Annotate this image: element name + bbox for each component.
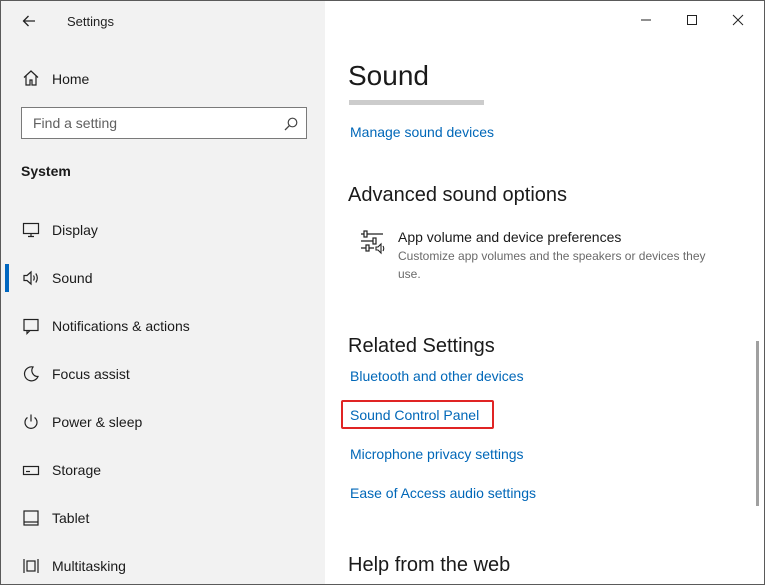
- search-icon: [284, 117, 298, 131]
- microphone-privacy-link[interactable]: Microphone privacy settings: [350, 446, 524, 462]
- sidebar-item-label: Power & sleep: [52, 414, 143, 430]
- sidebar-item-display[interactable]: Display: [1, 210, 325, 250]
- back-button[interactable]: [13, 7, 45, 35]
- page-title: Sound: [348, 60, 429, 91]
- settings-window: Settings Home System: [0, 0, 765, 585]
- storage-icon: [21, 460, 41, 480]
- sidebar-item-sound[interactable]: Sound: [1, 258, 325, 298]
- active-indicator: [5, 264, 9, 292]
- maximize-button[interactable]: [669, 1, 715, 39]
- moon-icon: [21, 364, 41, 384]
- minimize-icon: [641, 19, 651, 21]
- app-volume-description: Customize app volumes and the speakers o…: [398, 249, 706, 281]
- sidebar-item-label: Multitasking: [52, 558, 126, 574]
- multitasking-icon: [21, 556, 41, 576]
- close-button[interactable]: [715, 1, 761, 39]
- mixer-icon: [361, 230, 385, 255]
- maximize-icon: [687, 15, 697, 25]
- sidebar-item-label: Display: [52, 222, 98, 238]
- search-box[interactable]: [21, 107, 307, 139]
- minimize-button[interactable]: [623, 1, 669, 39]
- display-icon: [21, 220, 41, 240]
- speaker-icon: [21, 268, 41, 288]
- app-volume-preferences-item[interactable]: App volume and device preferences Custom…: [357, 225, 727, 283]
- help-from-web-heading: Help from the web: [348, 554, 511, 576]
- title-underline: [349, 100, 484, 105]
- sound-control-panel-link[interactable]: Sound Control Panel: [350, 407, 479, 423]
- close-icon: [732, 14, 744, 26]
- home-icon: [21, 68, 41, 88]
- tablet-icon: [21, 508, 41, 528]
- sidebar-item-label: Focus assist: [52, 366, 130, 382]
- bluetooth-devices-link[interactable]: Bluetooth and other devices: [350, 368, 524, 384]
- related-settings-heading: Related Settings: [348, 335, 495, 357]
- section-title: System: [21, 163, 71, 179]
- sidebar-item-focus-assist[interactable]: Focus assist: [1, 354, 325, 394]
- sidebar: Settings Home System: [1, 1, 325, 584]
- sidebar-item-storage[interactable]: Storage: [1, 450, 325, 490]
- sidebar-item-label: Sound: [52, 270, 93, 286]
- app-title: Settings: [67, 14, 114, 29]
- sidebar-item-label: Tablet: [52, 510, 90, 526]
- sidebar-item-multitasking[interactable]: Multitasking: [1, 546, 325, 584]
- sidebar-item-tablet[interactable]: Tablet: [1, 498, 325, 538]
- notifications-icon: [21, 316, 41, 336]
- ease-of-access-audio-link[interactable]: Ease of Access audio settings: [350, 485, 536, 501]
- sidebar-item-label: Storage: [52, 462, 102, 478]
- sidebar-item-power-sleep[interactable]: Power & sleep: [1, 402, 325, 442]
- power-icon: [21, 412, 41, 432]
- sidebar-item-label: Notifications & actions: [52, 318, 190, 334]
- search-input[interactable]: [22, 108, 272, 138]
- app-volume-title: App volume and device preferences: [398, 229, 622, 245]
- advanced-sound-heading: Advanced sound options: [348, 184, 568, 206]
- manage-sound-devices-link[interactable]: Manage sound devices: [350, 124, 494, 140]
- back-arrow-icon: [22, 15, 35, 27]
- sidebar-item-notifications[interactable]: Notifications & actions: [1, 306, 325, 346]
- home-label: Home: [52, 71, 90, 87]
- scrollbar[interactable]: [756, 341, 759, 506]
- sidebar-item-home[interactable]: Home: [1, 61, 325, 95]
